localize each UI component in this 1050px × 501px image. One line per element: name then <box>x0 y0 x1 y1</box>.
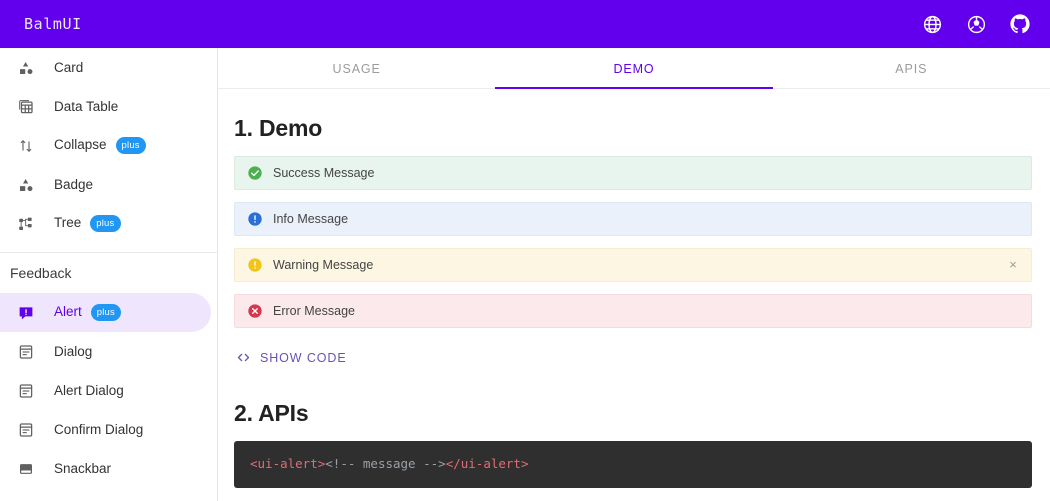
github-icon[interactable] <box>1008 12 1032 36</box>
snackbar-icon <box>14 496 38 501</box>
dialog-icon <box>14 418 38 442</box>
code-icon <box>236 350 251 365</box>
main-content: USAGE DEMO APIS 1. Demo Success Message <box>218 48 1050 501</box>
top-app-bar: BalmUI <box>0 0 1050 48</box>
demo-section-title: 1. Demo <box>234 115 323 141</box>
sidebar-item-tree[interactable]: Tree plus <box>0 204 211 243</box>
check-circle-icon <box>247 165 263 181</box>
alert-info: Info Message <box>234 202 1032 236</box>
sidebar-item-label: Card <box>54 60 84 75</box>
table-icon <box>14 95 38 119</box>
dialog-icon <box>14 379 38 403</box>
plus-badge: plus <box>90 304 121 321</box>
alert-text: Success Message <box>273 166 375 180</box>
language-icon[interactable] <box>920 12 944 36</box>
sidebar-item-data-table[interactable]: Data Table <box>0 87 211 126</box>
show-code-label: SHOW CODE <box>260 350 347 365</box>
sidebar-subheader-feedback: Feedback <box>10 265 72 281</box>
sidebar-item-label: Badge <box>54 177 94 192</box>
error-circle-icon <box>247 303 263 319</box>
info-circle-icon <box>247 211 263 227</box>
alert-text: Info Message <box>273 212 349 226</box>
sidebar-item-text: Alert <box>54 304 82 320</box>
app-root: BalmUI Card Data Table Collapse plus Bad… <box>0 0 1050 501</box>
sidebar-item-alert[interactable]: Alert plus <box>0 293 211 332</box>
tab-usage[interactable]: USAGE <box>218 48 495 89</box>
shapes-icon <box>14 56 38 80</box>
warning-circle-icon <box>247 257 263 273</box>
arrows-updown-icon <box>14 134 38 158</box>
sidebar[interactable]: Card Data Table Collapse plus Badge Tree… <box>0 48 218 501</box>
alert-success: Success Message <box>234 156 1032 190</box>
alert-text: Error Message <box>273 304 355 318</box>
sidebar-item-label: Tree plus <box>54 215 121 232</box>
sidebar-item-label: Confirm Dialog <box>54 422 144 437</box>
sidebar-scroll-container: Card Data Table Collapse plus Badge Tree… <box>0 48 217 501</box>
show-code-button[interactable]: SHOW CODE <box>236 350 347 365</box>
code-block: <ui-alert><!-- message --></ui-alert> <box>234 441 1032 488</box>
close-icon[interactable]: × <box>1006 258 1020 272</box>
sidebar-item-toast[interactable]: Toast <box>0 488 211 501</box>
sidebar-item-dialog[interactable]: Dialog <box>0 332 211 371</box>
sidebar-item-label: Collapse plus <box>54 137 146 154</box>
dialog-icon <box>14 340 38 364</box>
brand-title: BalmUI <box>24 15 82 33</box>
code-open-tag: <ui-alert> <box>250 456 326 471</box>
alert-warning: Warning Message × <box>234 248 1032 282</box>
alert-text: Warning Message <box>273 258 374 272</box>
sidebar-item-alert-dialog[interactable]: Alert Dialog <box>0 371 211 410</box>
sidebar-item-label: Alert plus <box>54 304 121 321</box>
sidebar-item-label: Data Table <box>54 99 119 114</box>
topbar-actions <box>920 12 1032 36</box>
tab-apis[interactable]: APIS <box>773 48 1050 89</box>
apis-section-title: 2. APIs <box>234 400 309 426</box>
alert-icon <box>14 301 38 325</box>
sidebar-item-confirm-dialog[interactable]: Confirm Dialog <box>0 410 211 449</box>
sidebar-item-badge[interactable]: Badge <box>0 165 211 204</box>
sidebar-item-snackbar[interactable]: Snackbar <box>0 449 211 488</box>
sidebar-item-label: Snackbar <box>54 461 112 476</box>
snackbar-icon <box>14 457 38 481</box>
content-area: 1. Demo Success Message Info Message War… <box>218 115 1050 488</box>
sidebar-item-card[interactable]: Card <box>0 48 211 87</box>
sidebar-item-text: Collapse <box>54 137 107 153</box>
shapes-icon <box>14 173 38 197</box>
alert-error: Error Message <box>234 294 1032 328</box>
sidebar-item-label: Alert Dialog <box>54 383 124 398</box>
sidebar-item-collapse[interactable]: Collapse plus <box>0 126 211 165</box>
sidebar-item-text: Tree <box>54 215 82 231</box>
tab-demo[interactable]: DEMO <box>495 48 773 89</box>
code-close-tag: </ui-alert> <box>445 456 529 471</box>
plus-badge: plus <box>90 215 121 232</box>
balm-icon[interactable] <box>964 12 988 36</box>
plus-badge: plus <box>115 137 146 154</box>
code-comment: <!-- message --> <box>325 456 446 471</box>
sidebar-item-label: Dialog <box>54 344 93 359</box>
tab-bar: USAGE DEMO APIS <box>218 48 1050 89</box>
tree-icon <box>14 212 38 236</box>
